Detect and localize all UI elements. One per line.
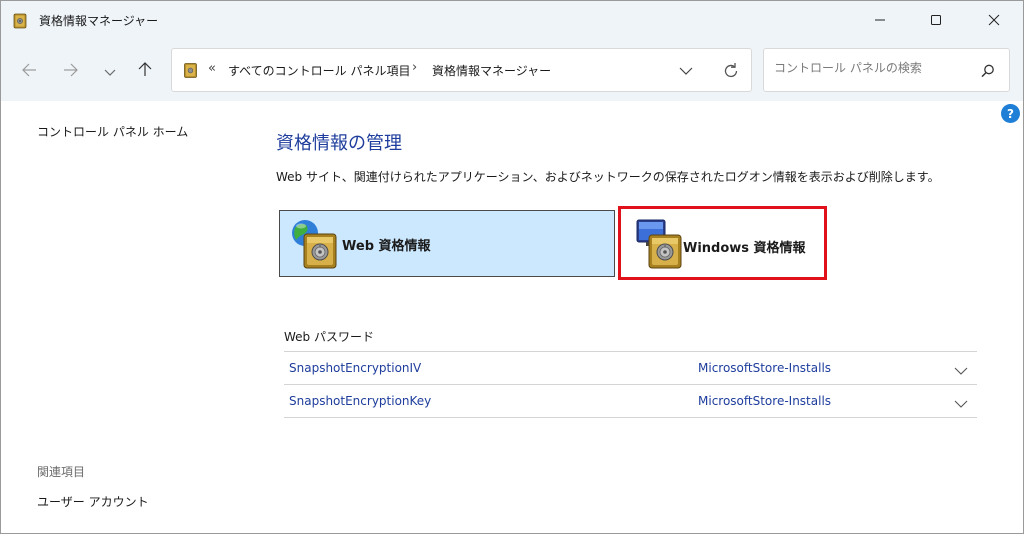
- web-passwords-heading: Web パスワード: [284, 330, 374, 344]
- search-icon[interactable]: [980, 63, 996, 79]
- web-credentials-label: Web 資格情報: [342, 239, 431, 254]
- control-panel-home-link[interactable]: コントロール パネル ホーム: [37, 123, 188, 140]
- back-arrow-icon: [21, 62, 37, 81]
- page-title: 資格情報の管理: [276, 133, 402, 154]
- control-panel-icon: [184, 62, 197, 78]
- expand-chevron-icon[interactable]: [954, 395, 968, 408]
- up-button[interactable]: [131, 57, 159, 85]
- credential-resource-name[interactable]: SnapshotEncryptionKey: [289, 394, 431, 408]
- maximize-icon: [930, 14, 942, 26]
- windows-credentials-vault-icon: [635, 217, 685, 269]
- address-overflow-chevron[interactable]: «: [208, 61, 216, 76]
- forward-arrow-icon: [63, 62, 79, 81]
- address-bar[interactable]: « すべてのコントロール パネル項目 › 資格情報マネージャー: [171, 48, 752, 92]
- refresh-icon[interactable]: [721, 61, 741, 81]
- recent-locations-button[interactable]: [96, 57, 124, 85]
- recent-chevron-icon: [104, 62, 116, 81]
- forward-button[interactable]: [57, 57, 85, 85]
- breadcrumb-all-control-panel-items[interactable]: すべてのコントロール パネル項目: [228, 62, 411, 79]
- credential-user-name[interactable]: MicrosoftStore-Installs: [698, 394, 831, 408]
- minimize-button[interactable]: [857, 1, 903, 39]
- web-passwords-list: SnapshotEncryptionIV MicrosoftStore-Inst…: [284, 351, 977, 418]
- navigation-bar: « すべてのコントロール パネル項目 › 資格情報マネージャー: [1, 39, 1023, 101]
- credential-manager-window: 資格情報マネージャー « すべてのコントロール パネル項目 › 資格情報マネージ…: [0, 0, 1024, 534]
- web-credentials-tile[interactable]: Web 資格情報: [279, 210, 615, 277]
- window-title: 資格情報マネージャー: [39, 14, 159, 28]
- close-button[interactable]: [971, 1, 1017, 39]
- breadcrumb-credential-manager[interactable]: 資格情報マネージャー: [432, 62, 551, 79]
- page-description: Web サイト、関連付けられたアプリケーション、およびネットワークの保存されたロ…: [276, 170, 940, 184]
- list-item[interactable]: SnapshotEncryptionIV MicrosoftStore-Inst…: [284, 352, 977, 385]
- up-arrow-icon: [138, 61, 152, 81]
- breadcrumb-separator[interactable]: ›: [412, 60, 417, 75]
- title-bar[interactable]: 資格情報マネージャー: [1, 1, 1023, 39]
- close-icon: [988, 14, 1000, 26]
- expand-chevron-icon[interactable]: [954, 362, 968, 375]
- search-box[interactable]: [763, 48, 1010, 92]
- windows-credentials-tile[interactable]: Windows 資格情報: [618, 206, 827, 280]
- search-input[interactable]: [774, 61, 974, 75]
- address-dropdown-chevron-icon[interactable]: [677, 62, 695, 80]
- maximize-button[interactable]: [913, 1, 959, 39]
- help-button[interactable]: ?: [1001, 104, 1020, 123]
- minimize-icon: [874, 14, 886, 26]
- list-item[interactable]: SnapshotEncryptionKey MicrosoftStore-Ins…: [284, 385, 977, 418]
- windows-credentials-label: Windows 資格情報: [683, 241, 806, 256]
- credential-manager-app-icon: [13, 12, 27, 29]
- user-accounts-link[interactable]: ユーザー アカウント: [37, 493, 149, 510]
- related-items-heading: 関連項目: [37, 465, 86, 479]
- credential-user-name[interactable]: MicrosoftStore-Installs: [698, 361, 831, 375]
- back-button[interactable]: [15, 57, 43, 85]
- credential-resource-name[interactable]: SnapshotEncryptionIV: [289, 361, 421, 375]
- web-credentials-vault-icon: [290, 218, 340, 270]
